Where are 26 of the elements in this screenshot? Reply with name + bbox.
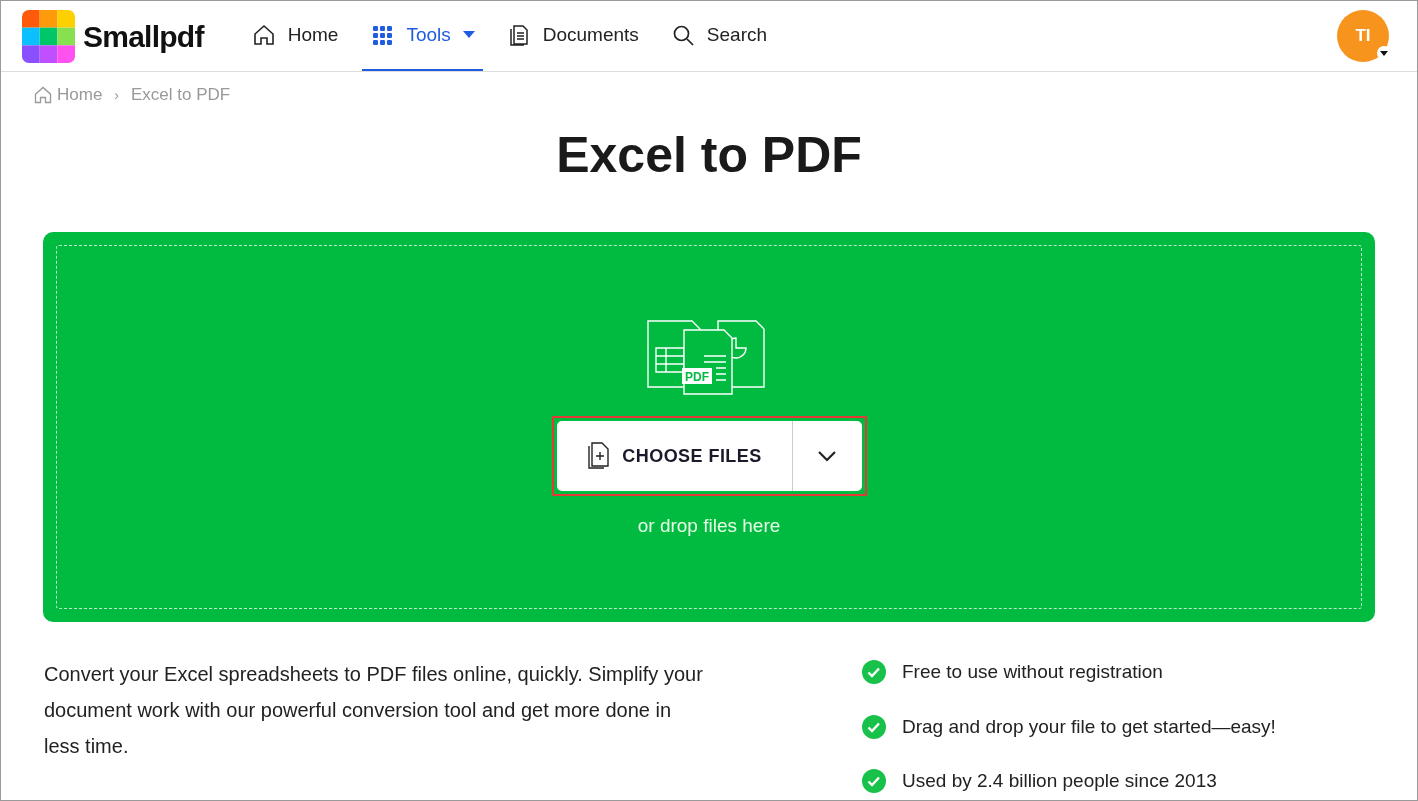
feature-text: Used by 2.4 billion people since 2013 (902, 769, 1217, 793)
check-icon (862, 769, 886, 794)
caret-icon (1377, 46, 1391, 60)
breadcrumb-current: Excel to PDF (131, 84, 231, 107)
page-title: Excel to PDF (555, 130, 863, 180)
chevron-icon: › (114, 84, 120, 106)
description-text: Convert your Excel spreadsheets to PDF files online, quickly. Simplify your document work with our powerful conversion tool and get more done in less time. (44, 662, 704, 759)
nav-tab[interactable]: Home (243, 1, 347, 71)
feature-text: Free to use without registration (902, 660, 1163, 684)
home-icon (33, 85, 53, 105)
grid-icon (370, 23, 395, 47)
logo-icon (22, 9, 75, 63)
nav-tab[interactable]: Tools (362, 1, 483, 71)
file-types-drawing: PDF (646, 318, 772, 398)
home-icon (251, 23, 276, 47)
feature-text: Drag and drop your file to get started—easy! (902, 714, 1276, 739)
nav-tab[interactable]: Search (662, 1, 776, 71)
logo-text[interactable]: Smallpdf (83, 13, 204, 59)
file-add-icon (586, 442, 611, 470)
check-icon (862, 660, 886, 685)
drop-zone[interactable]: PDF CHOOSE FILES or drop files here (43, 232, 1375, 622)
nav-tab[interactable]: Documents (498, 1, 647, 71)
drop-hint: or drop files here (637, 514, 781, 538)
chevron-down-icon (817, 450, 837, 462)
caret-icon (462, 31, 475, 39)
check-icon (862, 714, 886, 739)
